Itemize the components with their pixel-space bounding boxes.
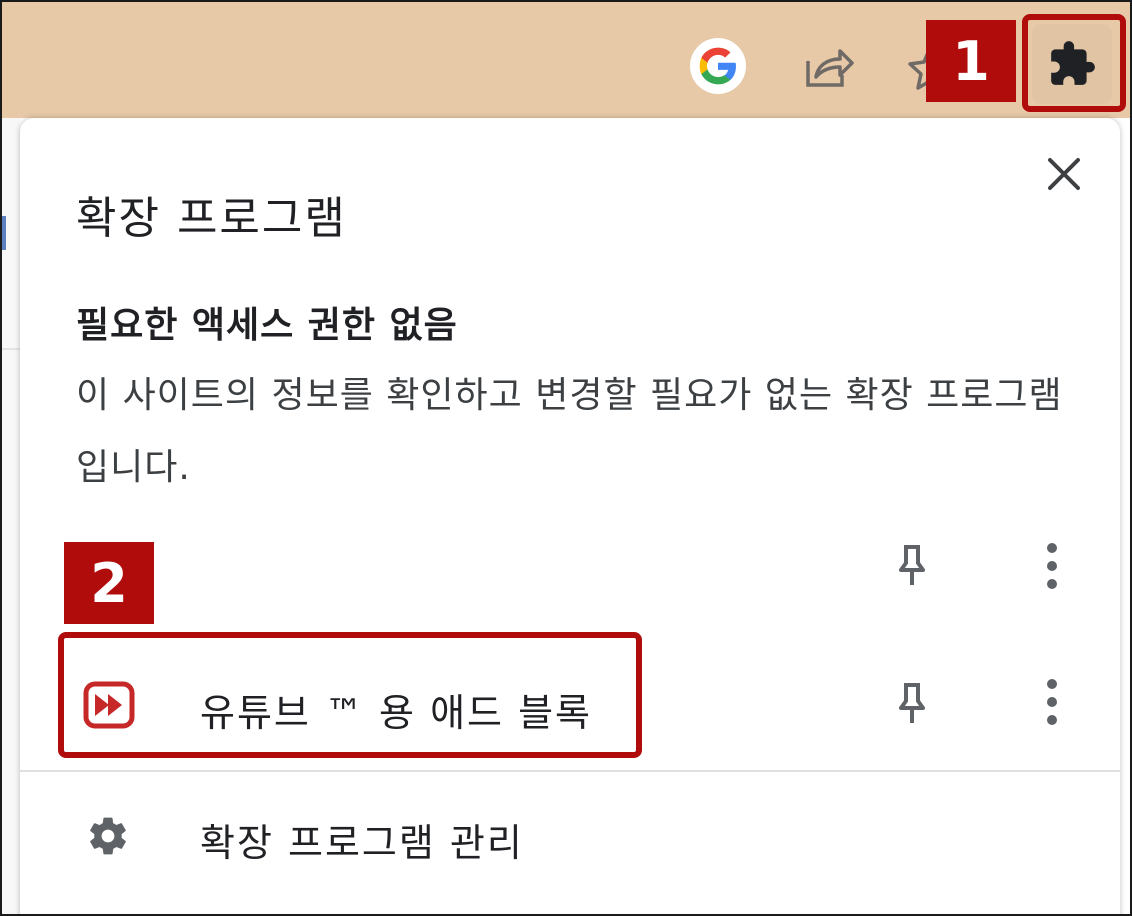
more-options-button[interactable]: [1032, 538, 1072, 594]
close-icon: [1048, 158, 1080, 190]
manage-extensions-label: 확장 프로그램 관리: [200, 821, 524, 865]
section-description: 이 사이트의 정보를 확인하고 변경할 필요가 없는 확장 프로그램입니다.: [76, 375, 1063, 488]
gear-icon: [86, 814, 130, 858]
callout-highlight-2: [58, 632, 642, 758]
pin-extension-button[interactable]: [892, 678, 932, 728]
section-heading: 필요한 액세스 권한 없음: [76, 305, 458, 346]
pin-icon: [899, 683, 925, 723]
callout-badge-2: 2: [64, 542, 154, 624]
extension-more-options-button[interactable]: [1032, 674, 1072, 730]
callout-highlight-1: [1022, 14, 1126, 112]
share-icon[interactable]: [800, 40, 856, 92]
extensions-menu-panel: 확장 프로그램 필요한 액세스 권한 없음 이 사이트의 정보를 확인하고 변경…: [20, 118, 1120, 914]
close-button[interactable]: [1038, 148, 1090, 200]
panel-divider: [20, 770, 1120, 772]
panel-title: 확장 프로그램: [76, 193, 347, 244]
page-content-fragment: [2, 216, 6, 250]
pin-icon: [899, 545, 925, 585]
page-divider: [2, 348, 20, 350]
more-vert-icon: [1047, 543, 1057, 589]
more-vert-icon: [1047, 679, 1057, 725]
google-icon[interactable]: [690, 38, 746, 94]
callout-badge-1: 1: [926, 20, 1016, 102]
pin-button[interactable]: [892, 540, 932, 590]
browser-window: 확장 프로그램 필요한 액세스 권한 없음 이 사이트의 정보를 확인하고 변경…: [0, 0, 1132, 916]
page-background-strip: [2, 118, 20, 914]
manage-extensions-item[interactable]: 확장 프로그램 관리: [20, 778, 1120, 888]
